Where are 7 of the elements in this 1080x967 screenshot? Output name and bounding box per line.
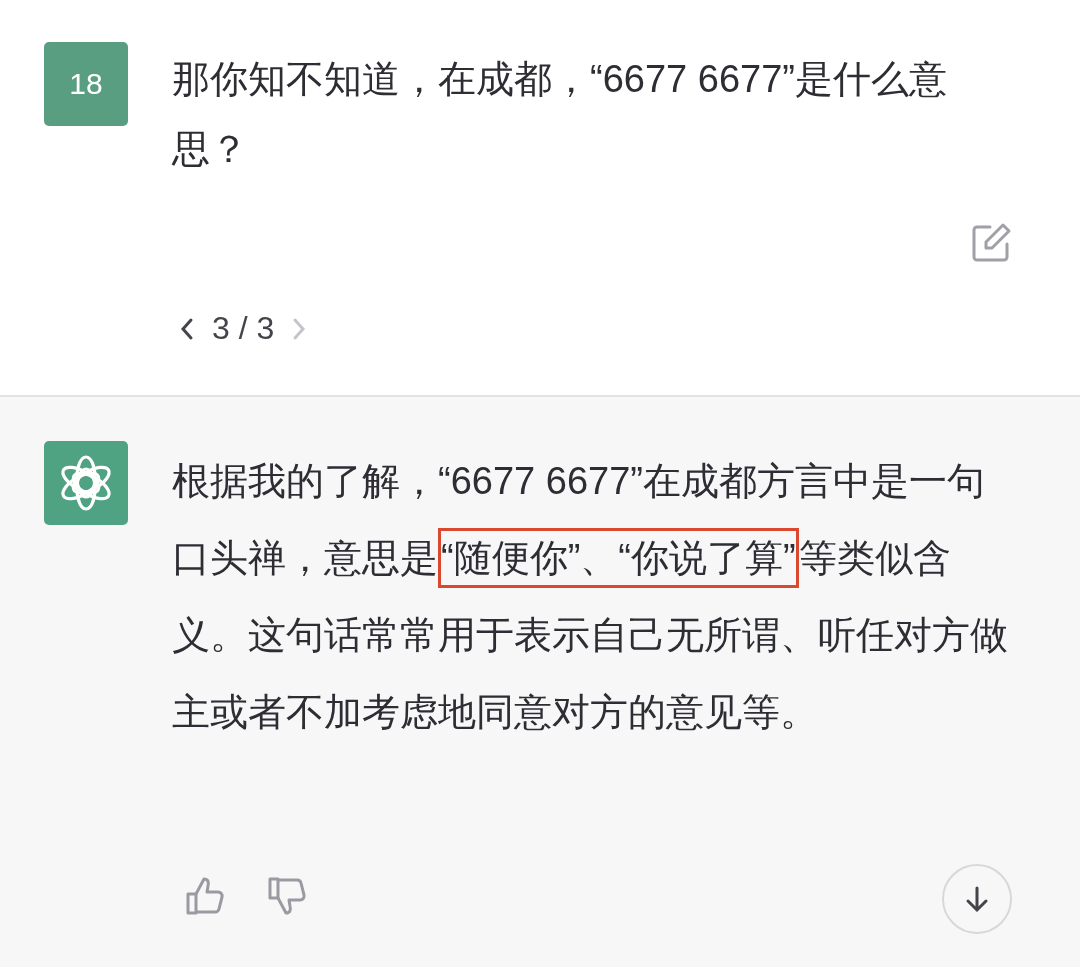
answer-text: 根据我的了解，“6677 6677”在成都方言中是一句口头禅，意思是“随便你”、“你说了算”等类似含义。这句话常常用于表示自己无所谓、听任对方做主或者不加考虑地同意对方的意见等。	[172, 459, 1009, 735]
thumbs-down-icon[interactable]	[266, 875, 308, 917]
thumbs-up-icon[interactable]	[184, 875, 226, 917]
page-counter: 3 / 3	[212, 310, 275, 347]
question-text: 那你知不知道，在成都，“6677 6677”是什么意思？	[172, 57, 948, 172]
user-avatar: 18	[44, 42, 128, 126]
edit-icon[interactable]	[970, 222, 1012, 264]
